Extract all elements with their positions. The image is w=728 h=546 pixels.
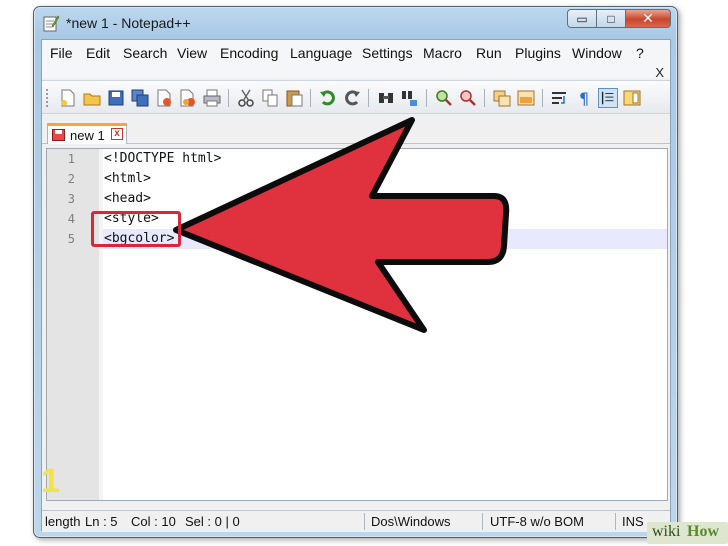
maximize-button[interactable]: □ xyxy=(596,9,626,28)
menu-bar: File Edit Search View Encoding Language … xyxy=(42,40,670,80)
word-wrap-icon[interactable] xyxy=(550,88,570,108)
zoom-in-icon[interactable] xyxy=(434,88,454,108)
unsaved-file-icon xyxy=(52,129,65,141)
menu-encoding[interactable]: Encoding xyxy=(220,45,278,61)
toolbar-separator xyxy=(426,89,427,107)
status-length: length xyxy=(45,514,81,529)
redo-icon[interactable] xyxy=(342,88,362,108)
menu-search[interactable]: Search xyxy=(123,45,167,61)
code-line[interactable]: <head> xyxy=(104,189,151,209)
toolbar-separator xyxy=(542,89,543,107)
line-number: 1 xyxy=(67,152,75,166)
watermark-how: How xyxy=(687,523,719,540)
status-divider xyxy=(615,513,616,530)
toolbar-grip[interactable] xyxy=(46,89,49,107)
menu-help[interactable]: ? xyxy=(636,45,644,61)
client-area: File Edit Search View Encoding Language … xyxy=(41,39,671,532)
close-icon: ✕ xyxy=(642,10,654,26)
status-column: Col : 10 xyxy=(131,514,176,529)
window-title: *new 1 - Notepad++ xyxy=(66,15,191,31)
menu-plugins[interactable]: Plugins xyxy=(515,45,561,61)
status-encoding: UTF-8 w/o BOM xyxy=(490,514,584,529)
menu-edit[interactable]: Edit xyxy=(86,45,110,61)
close-window-button[interactable]: ✕ xyxy=(625,9,671,28)
undo-icon[interactable] xyxy=(318,88,338,108)
minimize-button[interactable]: ▭ xyxy=(567,9,597,28)
status-bar: length Ln : 5 Col : 10 Sel : 0 | 0 Dos\W… xyxy=(42,510,670,532)
toolbar-separator xyxy=(484,89,485,107)
menu-macro[interactable]: Macro xyxy=(423,45,462,61)
close-all-icon[interactable] xyxy=(178,88,198,108)
svg-text:¶: ¶ xyxy=(579,89,589,108)
print-icon[interactable] xyxy=(202,88,222,108)
menu-settings[interactable]: Settings xyxy=(362,45,413,61)
status-divider xyxy=(482,513,483,530)
maximize-icon: □ xyxy=(607,11,615,26)
doc-map-icon[interactable] xyxy=(622,88,642,108)
status-insert-mode: INS xyxy=(622,514,644,529)
tab-close-icon[interactable]: x xyxy=(111,128,123,140)
status-eol-format: Dos\Windows xyxy=(371,514,451,529)
menu-file[interactable]: File xyxy=(50,45,73,61)
tab-label: new 1 xyxy=(70,128,105,143)
save-all-icon[interactable] xyxy=(130,88,150,108)
toolbar: ¶ xyxy=(42,80,670,114)
notepadpp-window: *new 1 - Notepad++ ▭ □ ✕ File Edit Searc… xyxy=(33,6,678,538)
status-divider xyxy=(364,513,365,530)
close-icon[interactable] xyxy=(154,88,174,108)
close-document-button[interactable]: X xyxy=(655,65,664,80)
notepadpp-app-icon xyxy=(43,15,60,32)
highlight-box xyxy=(91,211,181,247)
new-file-icon[interactable] xyxy=(58,88,78,108)
code-line[interactable]: <html> xyxy=(104,169,151,189)
tab-new-1[interactable]: new 1 x xyxy=(47,123,127,144)
caption-buttons: ▭ □ ✕ xyxy=(567,9,671,28)
toolbar-separator xyxy=(228,89,229,107)
line-number-gutter: 1 2 3 4 5 xyxy=(47,149,99,500)
current-line-highlight xyxy=(103,229,667,249)
status-line: Ln : 5 xyxy=(85,514,118,529)
toolbar-separator xyxy=(310,89,311,107)
sync-horizontal-icon[interactable] xyxy=(516,88,536,108)
fold-margin[interactable] xyxy=(99,149,103,500)
indent-guide-icon[interactable] xyxy=(598,88,618,108)
copy-icon[interactable] xyxy=(260,88,280,108)
save-icon[interactable] xyxy=(106,88,126,108)
zoom-out-icon[interactable] xyxy=(458,88,478,108)
line-number: 2 xyxy=(67,172,75,186)
sync-vertical-icon[interactable] xyxy=(492,88,512,108)
menu-view[interactable]: View xyxy=(177,45,207,61)
wikihow-watermark: wiki How xyxy=(647,522,728,544)
show-all-chars-icon[interactable]: ¶ xyxy=(574,88,594,108)
open-file-icon[interactable] xyxy=(82,88,102,108)
code-line[interactable]: <!DOCTYPE html> xyxy=(104,149,221,169)
watermark-wiki: wiki xyxy=(652,523,681,540)
status-selection: Sel : 0 | 0 xyxy=(185,514,240,529)
line-number: 3 xyxy=(67,192,75,206)
toolbar-separator xyxy=(368,89,369,107)
menu-run[interactable]: Run xyxy=(476,45,502,61)
title-bar[interactable]: *new 1 - Notepad++ ▭ □ ✕ xyxy=(34,7,677,39)
editor-area[interactable]: 1 2 3 4 5 <!DOCTYPE html> <html> <head> … xyxy=(46,148,668,501)
tab-bar: new 1 x xyxy=(42,120,670,144)
replace-icon[interactable] xyxy=(400,88,420,108)
menu-language[interactable]: Language xyxy=(290,45,352,61)
minimize-icon: ▭ xyxy=(576,11,588,26)
cut-icon[interactable] xyxy=(236,88,256,108)
menu-window[interactable]: Window xyxy=(572,45,622,61)
line-number: 5 xyxy=(67,232,75,246)
find-icon[interactable] xyxy=(376,88,396,108)
line-number: 4 xyxy=(67,212,75,226)
paste-icon[interactable] xyxy=(284,88,304,108)
step-number: 1 xyxy=(41,462,60,500)
